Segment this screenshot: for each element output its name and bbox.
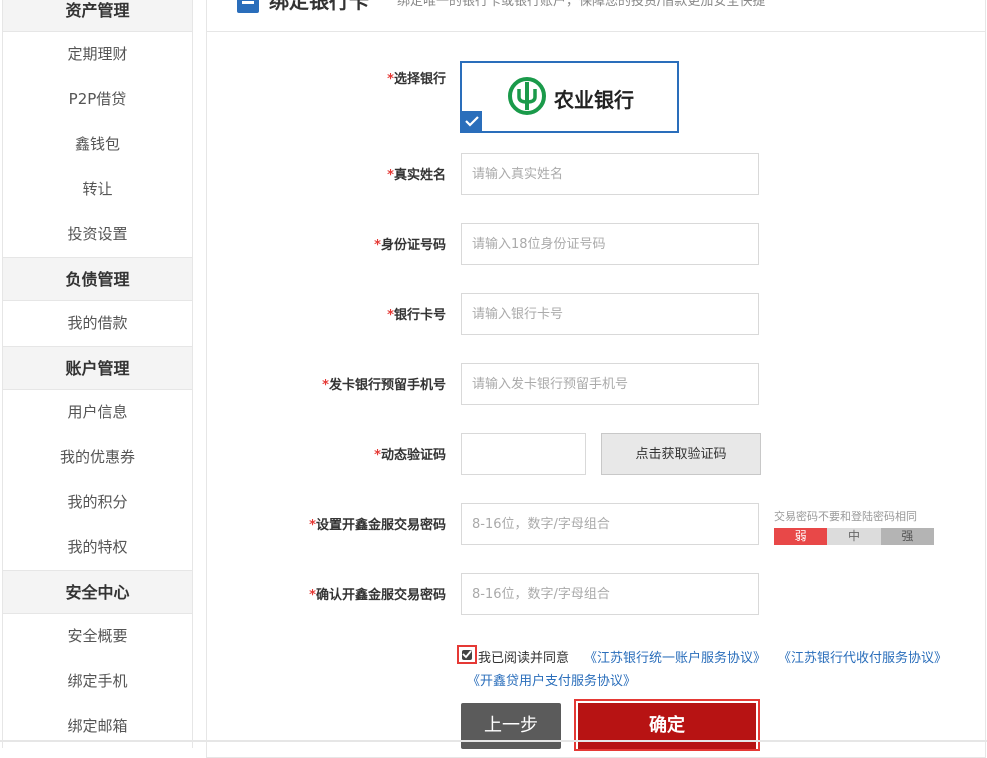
section-title: 绑定银行卡: [269, 0, 369, 13]
sidebar: 资产管理 定期理财 P2P借贷 鑫钱包 转让 投资设置 负债管理 我的借款 账户…: [2, 0, 193, 748]
sidebar-item-transfer[interactable]: 转让: [3, 167, 192, 212]
real-name-input[interactable]: [461, 153, 759, 195]
sidebar-section-account: 账户管理: [3, 346, 192, 390]
section-description: 绑定唯一的银行卡或银行账户，保障您的投资/借款更加安全快捷: [397, 0, 766, 9]
code-label: *动态验证码: [374, 448, 446, 463]
phone-input[interactable]: [461, 363, 759, 405]
agreement-link-collection[interactable]: 《江苏银行代收付服务协议》: [778, 647, 947, 666]
sidebar-item-wallet[interactable]: 鑫钱包: [3, 122, 192, 167]
verify-code-input[interactable]: [461, 433, 586, 475]
sidebar-section-security: 安全中心: [3, 570, 192, 614]
password-confirm-label: *确认开鑫金服交易密码: [309, 588, 446, 603]
sidebar-item-my-loans[interactable]: 我的借款: [3, 301, 192, 346]
check-icon: [462, 650, 472, 659]
sidebar-section-assets: 资产管理: [3, 0, 192, 32]
bank-name: 农业银行: [554, 88, 634, 112]
get-code-button[interactable]: 点击获取验证码: [601, 433, 761, 475]
password-label: *设置开鑫金服交易密码: [309, 518, 446, 533]
id-label: *身份证号码: [374, 238, 446, 253]
check-icon: [462, 111, 482, 131]
previous-step-button[interactable]: 上一步: [461, 703, 561, 749]
bank-label: *选择银行: [387, 72, 446, 87]
card-label: *银行卡号: [387, 308, 446, 323]
password-hint: 交易密码不要和登陆密码相同: [774, 510, 917, 523]
sidebar-item-privileges[interactable]: 我的特权: [3, 525, 192, 570]
password-input[interactable]: [461, 503, 759, 545]
bank-select-card[interactable]: 农业银行: [460, 61, 679, 133]
sidebar-section-debt: 负债管理: [3, 257, 192, 301]
sidebar-item-user-info[interactable]: 用户信息: [3, 390, 192, 435]
sidebar-item-coupons[interactable]: 我的优惠券: [3, 435, 192, 480]
sidebar-item-points[interactable]: 我的积分: [3, 480, 192, 525]
name-label: *真实姓名: [387, 168, 446, 183]
sidebar-item-invest-settings[interactable]: 投资设置: [3, 212, 192, 257]
confirm-button[interactable]: 确定: [578, 703, 756, 749]
section-header: 绑定银行卡 绑定唯一的银行卡或银行账户，保障您的投资/借款更加安全快捷: [207, 0, 985, 32]
abc-bank-logo-icon: [508, 77, 546, 115]
agreement-link-payment[interactable]: 《开鑫贷用户支付服务协议》: [467, 670, 636, 689]
sidebar-item-bind-phone[interactable]: 绑定手机: [3, 659, 192, 704]
phone-label: *发卡银行预留手机号: [322, 378, 446, 393]
password-strength-bar: 弱 中 强: [774, 528, 934, 545]
id-number-input[interactable]: [461, 223, 759, 265]
agreement-link-account[interactable]: 《江苏银行统一账户服务协议》: [584, 647, 766, 666]
card-number-input[interactable]: [461, 293, 759, 335]
strength-strong: 强: [880, 528, 934, 545]
sidebar-item-p2p[interactable]: P2P借贷: [3, 77, 192, 122]
card-icon: [237, 0, 259, 13]
sidebar-item-bind-email[interactable]: 绑定邮箱: [3, 704, 192, 749]
strength-mid: 中: [827, 528, 881, 545]
sidebar-item-security-overview[interactable]: 安全概要: [3, 614, 192, 659]
agree-text: 我已阅读并同意: [478, 651, 570, 666]
strength-weak: 弱: [774, 528, 828, 545]
sidebar-item-fixed-finance[interactable]: 定期理财: [3, 32, 192, 77]
password-confirm-input[interactable]: [461, 573, 759, 615]
